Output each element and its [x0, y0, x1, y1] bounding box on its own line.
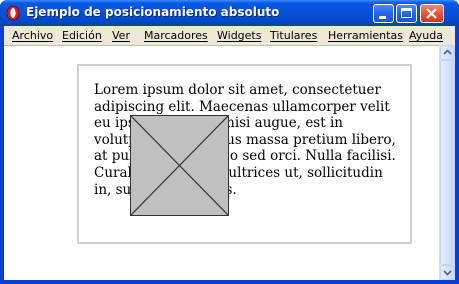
container-box: Lorem ipsum dolor sit amet, consectetuer…	[77, 64, 412, 244]
minimize-icon	[379, 16, 386, 19]
opera-logo-icon[interactable]	[6, 5, 20, 21]
scroll-down-button[interactable]	[440, 265, 455, 280]
menu-herramientas[interactable]: Herramientas	[328, 29, 403, 42]
scroll-up-button[interactable]	[440, 45, 455, 60]
minimize-button[interactable]	[373, 4, 394, 23]
menu-widgets[interactable]: Widgets	[217, 29, 261, 42]
vertical-scrollbar[interactable]	[439, 45, 455, 280]
menu-titulares[interactable]: Titulares	[270, 29, 317, 42]
absolute-positioned-box	[130, 115, 229, 216]
page-viewport[interactable]: Lorem ipsum dolor sit amet, consectetuer…	[4, 45, 439, 280]
scroll-thumb[interactable]	[440, 60, 455, 265]
maximize-button[interactable]	[396, 4, 417, 23]
menu-bar: Archivo Edición Ver Marcadores Widgets T…	[4, 26, 455, 45]
browser-window: Ejemplo de posicionamiento absoluto Arch…	[0, 0, 459, 284]
title-bar[interactable]: Ejemplo de posicionamiento absoluto	[0, 0, 459, 26]
menu-edicion[interactable]: Edición	[62, 29, 102, 42]
menu-archivo[interactable]: Archivo	[12, 29, 53, 42]
close-icon	[426, 8, 437, 19]
menu-ayuda[interactable]: Ayuda	[409, 29, 443, 42]
arrow-up-icon	[443, 49, 452, 55]
menu-ver[interactable]: Ver	[112, 29, 130, 42]
client-area: Archivo Edición Ver Marcadores Widgets T…	[4, 26, 455, 280]
window-title: Ejemplo de posicionamiento absoluto	[26, 5, 280, 19]
cross-placeholder-icon	[131, 116, 228, 215]
menu-marcadores[interactable]: Marcadores	[144, 29, 208, 42]
arrow-down-icon	[443, 270, 452, 276]
close-button[interactable]	[420, 4, 444, 23]
